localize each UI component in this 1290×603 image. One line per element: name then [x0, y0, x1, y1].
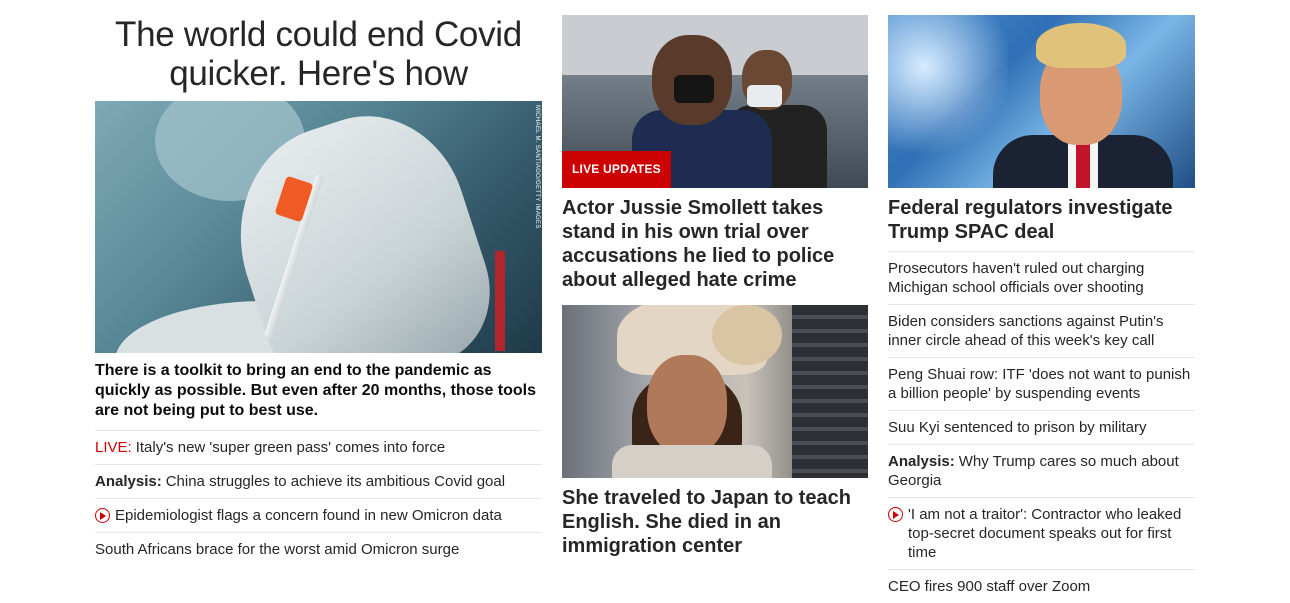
- list-item-text[interactable]: Prosecutors haven't ruled out charging M…: [888, 259, 1195, 297]
- lead-story-image[interactable]: MICHAEL M. SANTIAGO/GETTY IMAGES: [95, 101, 542, 353]
- analysis-label: Analysis:: [95, 473, 162, 490]
- list-item-text[interactable]: 'I am not a traitor': Contractor who lea…: [908, 505, 1195, 562]
- list-item-text[interactable]: CEO fires 900 staff over Zoom: [888, 577, 1195, 596]
- list-item-text[interactable]: South Africans brace for the worst amid …: [95, 540, 542, 559]
- list-item[interactable]: South Africans brace for the worst amid …: [95, 533, 542, 566]
- list-item[interactable]: CEO fires 900 staff over Zoom: [888, 570, 1195, 603]
- middle-column: LIVE UPDATES Actor Jussie Smollett takes…: [562, 0, 868, 558]
- list-item[interactable]: Suu Kyi sentenced to prison by military: [888, 411, 1195, 445]
- list-item-text[interactable]: Epidemiologist flags a concern found in …: [115, 506, 542, 525]
- right-column: Federal regulators investigate Trump SPA…: [888, 0, 1195, 603]
- japan-headline[interactable]: She traveled to Japan to teach English. …: [562, 486, 868, 558]
- analysis-label: Analysis:: [888, 453, 955, 470]
- image-credit: MICHAEL M. SANTIAGO/GETTY IMAGES: [534, 105, 540, 229]
- list-item-text[interactable]: Peng Shuai row: ITF 'does not want to pu…: [888, 365, 1195, 403]
- trump-photo[interactable]: [888, 15, 1195, 188]
- trump-spac-headline[interactable]: Federal regulators investigate Trump SPA…: [888, 196, 1195, 252]
- list-item[interactable]: Biden considers sanctions against Putin'…: [888, 305, 1195, 358]
- play-video-icon: [95, 508, 110, 523]
- jussie-smollett-photo[interactable]: LIVE UPDATES: [562, 15, 868, 188]
- live-label: LIVE:: [95, 439, 132, 456]
- list-item[interactable]: Epidemiologist flags a concern found in …: [95, 499, 542, 533]
- play-video-icon: [888, 507, 903, 522]
- lead-story-column: The world could end Covid quicker. Here'…: [95, 0, 542, 566]
- list-item[interactable]: 'I am not a traitor': Contractor who lea…: [888, 498, 1195, 570]
- lead-story-description[interactable]: There is a toolkit to bring an end to th…: [95, 361, 542, 431]
- lead-story-headline[interactable]: The world could end Covid quicker. Here'…: [95, 15, 542, 93]
- list-item-text[interactable]: China struggles to achieve its ambitious…: [166, 472, 542, 491]
- smollett-headline[interactable]: Actor Jussie Smollett takes stand in his…: [562, 196, 868, 292]
- list-item[interactable]: Peng Shuai row: ITF 'does not want to pu…: [888, 358, 1195, 411]
- list-item[interactable]: Prosecutors haven't ruled out charging M…: [888, 252, 1195, 305]
- list-item-text[interactable]: Suu Kyi sentenced to prison by military: [888, 418, 1195, 437]
- live-updates-badge: LIVE UPDATES: [562, 151, 671, 188]
- list-item[interactable]: Analysis: Why Trump cares so much about G…: [888, 445, 1195, 498]
- japan-story-photo[interactable]: [562, 305, 868, 478]
- list-item-text[interactable]: Analysis: Why Trump cares so much about G…: [888, 452, 1195, 490]
- list-item-text[interactable]: Italy's new 'super green pass' comes int…: [136, 438, 542, 457]
- list-item-text[interactable]: Biden considers sanctions against Putin'…: [888, 312, 1195, 350]
- list-item[interactable]: Analysis: China struggles to achieve its…: [95, 465, 542, 499]
- list-item[interactable]: LIVE: Italy's new 'super green pass' com…: [95, 431, 542, 465]
